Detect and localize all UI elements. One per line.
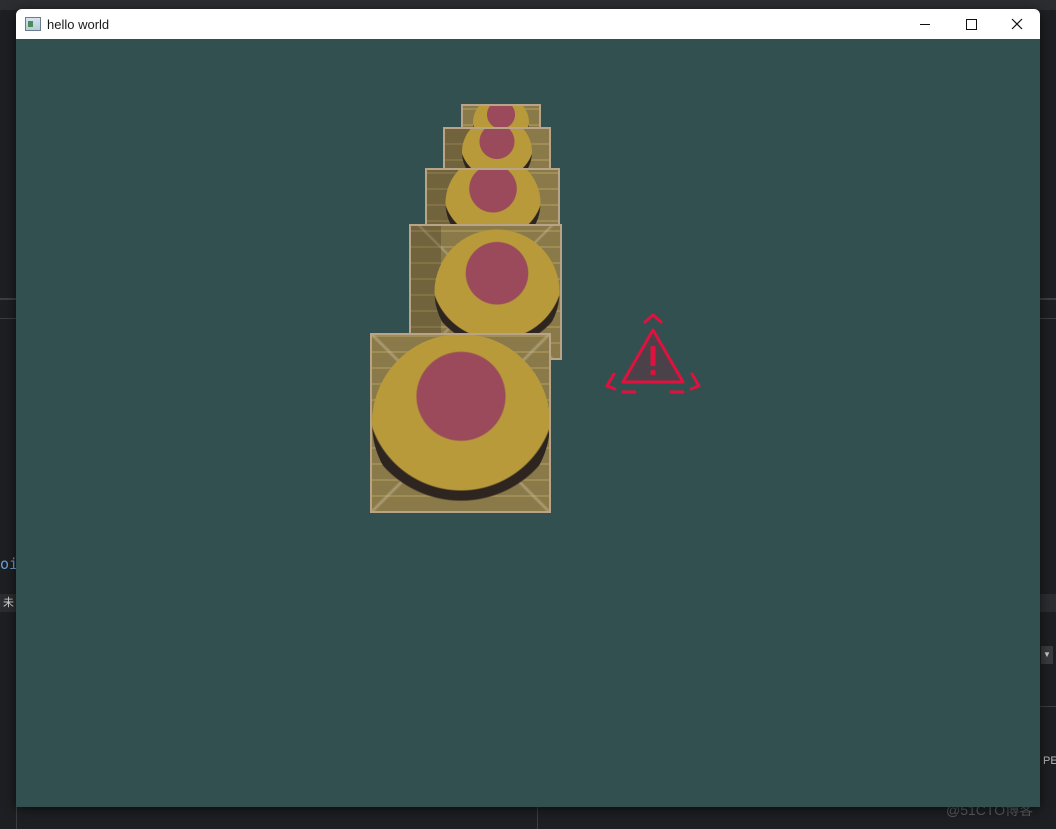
ide-divider: [0, 318, 16, 319]
crate: [370, 333, 551, 513]
crate-face: [372, 335, 549, 511]
maximize-button[interactable]: [948, 9, 994, 39]
minimize-button[interactable]: [902, 9, 948, 39]
window-title: hello world: [47, 16, 110, 32]
ide-divider: [1040, 298, 1056, 300]
app-window: hello world: [16, 9, 1040, 807]
close-icon: [1011, 18, 1023, 30]
title-bar[interactable]: hello world: [16, 9, 1040, 39]
ide-divider: [16, 807, 17, 829]
ide-divider: [1040, 706, 1056, 707]
close-button[interactable]: [994, 9, 1040, 39]
ide-right-label: PE: [1043, 755, 1056, 767]
ide-divider: [537, 807, 538, 829]
ide-divider: [0, 298, 16, 300]
ide-dropdown-arrow-icon[interactable]: ▼: [1041, 646, 1053, 664]
render-viewport[interactable]: [16, 39, 1040, 807]
minimize-icon: [920, 23, 930, 25]
ide-divider: [1040, 318, 1056, 319]
ide-panel-strip: [1040, 594, 1056, 612]
warning-triangle-icon: [605, 313, 701, 394]
maximize-icon: [965, 18, 977, 30]
app-window-icon: [25, 17, 41, 31]
